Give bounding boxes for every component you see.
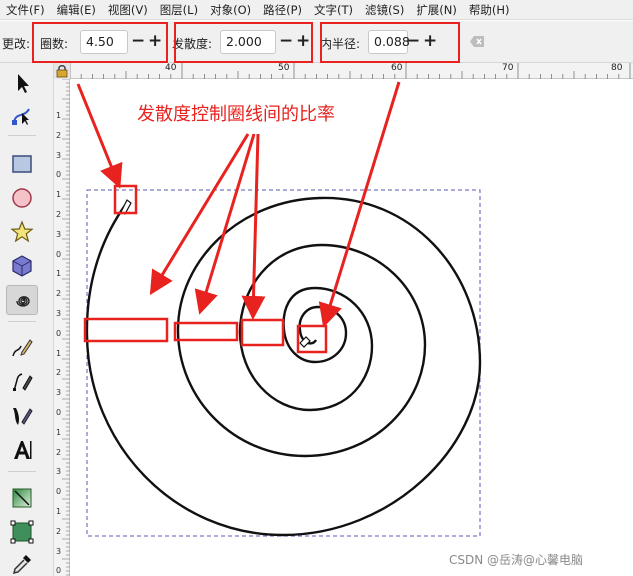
toolbox — [0, 63, 54, 576]
vruler-label: 3 — [56, 229, 62, 239]
drawing-canvas[interactable] — [71, 80, 633, 576]
vruler-label: 3 — [56, 467, 62, 477]
vruler-label: 0 — [56, 408, 62, 417]
calligraphy-icon — [13, 408, 33, 425]
vruler-label: 1 — [56, 190, 62, 200]
dropper-icon — [12, 555, 31, 575]
inkscape-window: 文件(F) 编辑(E) 视图(V) 图层(L) 对象(O) 路径(P) 文字(T… — [0, 0, 633, 576]
menu-edit[interactable]: 编辑(E) — [51, 0, 102, 20]
vruler-label: 1 — [56, 507, 62, 516]
horizontal-ruler[interactable]: 40 50 60 70 80 — [69, 63, 633, 79]
vruler-label: 2 — [56, 130, 62, 140]
star-icon — [10, 220, 34, 243]
vruler-label: 0 — [56, 249, 62, 259]
vruler-label: 0 — [56, 487, 62, 497]
menu-path[interactable]: 路径(P) — [257, 0, 308, 20]
vruler-label: 2 — [56, 447, 62, 457]
pen-tool-button[interactable] — [6, 367, 38, 397]
hruler-label-50: 50 — [278, 63, 290, 73]
vruler-label: 1 — [56, 269, 62, 279]
vruler-label: 2 — [56, 368, 62, 378]
tool-controls-bar: 更改: 圈数: 4.50 − + 发散度: 2.000 − + 内半径: 0.0… — [0, 21, 633, 63]
highlight-box-divergence — [174, 22, 313, 63]
pencil-icon — [12, 339, 33, 357]
menu-filters[interactable]: 滤镜(S) — [359, 0, 410, 20]
vruler-label: 1 — [56, 111, 62, 120]
highlight-box-turns — [32, 22, 168, 63]
vruler-label: 2 — [56, 210, 62, 219]
vruler-label: 0 — [56, 328, 62, 338]
3d-box-icon — [12, 255, 32, 277]
vruler-label: 3 — [56, 546, 62, 556]
spiral-path[interactable] — [85, 196, 482, 537]
menu-layer[interactable]: 图层(L) — [154, 0, 204, 20]
hruler-label-60: 60 — [391, 63, 403, 73]
rectangle-tool-button[interactable] — [6, 149, 38, 179]
mesh-icon — [10, 520, 34, 544]
vruler-label: 0 — [56, 566, 62, 576]
dropper-tool-button[interactable] — [6, 549, 38, 576]
vruler-label: 1 — [56, 427, 62, 437]
selection-bounding-box — [86, 189, 481, 537]
node-edit-icon — [12, 108, 30, 125]
ruler-corner — [54, 63, 70, 79]
arrow-cursor-icon — [18, 74, 29, 93]
star-tool-button[interactable] — [6, 217, 38, 247]
vertical-ruler[interactable]: 1 2 3 0 1 2 3 0 1 2 3 0 1 2 3 0 1 2 3 0 1 2 3 0 — [54, 78, 70, 576]
lock-icon[interactable] — [54, 63, 70, 79]
hruler-label-80: 80 — [611, 63, 623, 73]
highlight-box-inner-radius — [320, 22, 460, 63]
text-tool-button[interactable] — [6, 435, 38, 465]
mesh-tool-button[interactable] — [6, 517, 38, 547]
vruler-label: 0 — [56, 170, 62, 180]
circle-icon — [12, 188, 32, 208]
hruler-label-70: 70 — [502, 63, 514, 73]
spiral-drawing[interactable] — [71, 80, 633, 576]
selector-tool-button[interactable] — [6, 68, 38, 98]
menu-help[interactable]: 帮助(H) — [463, 0, 516, 20]
menu-text[interactable]: 文字(T) — [308, 0, 359, 20]
change-label: 更改: — [2, 37, 31, 51]
node-tool-button[interactable] — [6, 101, 38, 131]
menu-extensions[interactable]: 扩展(N) — [410, 0, 463, 20]
text-icon — [14, 441, 32, 459]
menu-view[interactable]: 视图(V) — [102, 0, 154, 20]
clear-defaults-icon[interactable] — [470, 36, 484, 47]
spiral-tool-button[interactable] — [6, 285, 38, 315]
ellipse-tool-button[interactable] — [6, 183, 38, 213]
pen-icon — [13, 373, 33, 391]
vruler-label: 3 — [56, 388, 62, 398]
menu-object[interactable]: 对象(O) — [204, 0, 257, 20]
menu-bar: 文件(F) 编辑(E) 视图(V) 图层(L) 对象(O) 路径(P) 文字(T… — [0, 0, 633, 20]
spiral-icon — [16, 296, 30, 307]
vruler-label: 3 — [56, 150, 62, 160]
vruler-label: 2 — [56, 289, 62, 299]
vruler-label: 3 — [56, 309, 62, 318]
vruler-label: 2 — [56, 526, 62, 536]
3dbox-tool-button[interactable] — [6, 251, 38, 281]
gradient-icon — [12, 488, 32, 508]
calligraphy-tool-button[interactable] — [6, 401, 38, 431]
vruler-label: 1 — [56, 348, 62, 358]
pencil-tool-button[interactable] — [6, 333, 38, 363]
menu-file[interactable]: 文件(F) — [0, 0, 51, 20]
gradient-tool-button[interactable] — [6, 483, 38, 513]
rectangle-icon — [12, 155, 32, 173]
hruler-label-40: 40 — [165, 63, 177, 73]
